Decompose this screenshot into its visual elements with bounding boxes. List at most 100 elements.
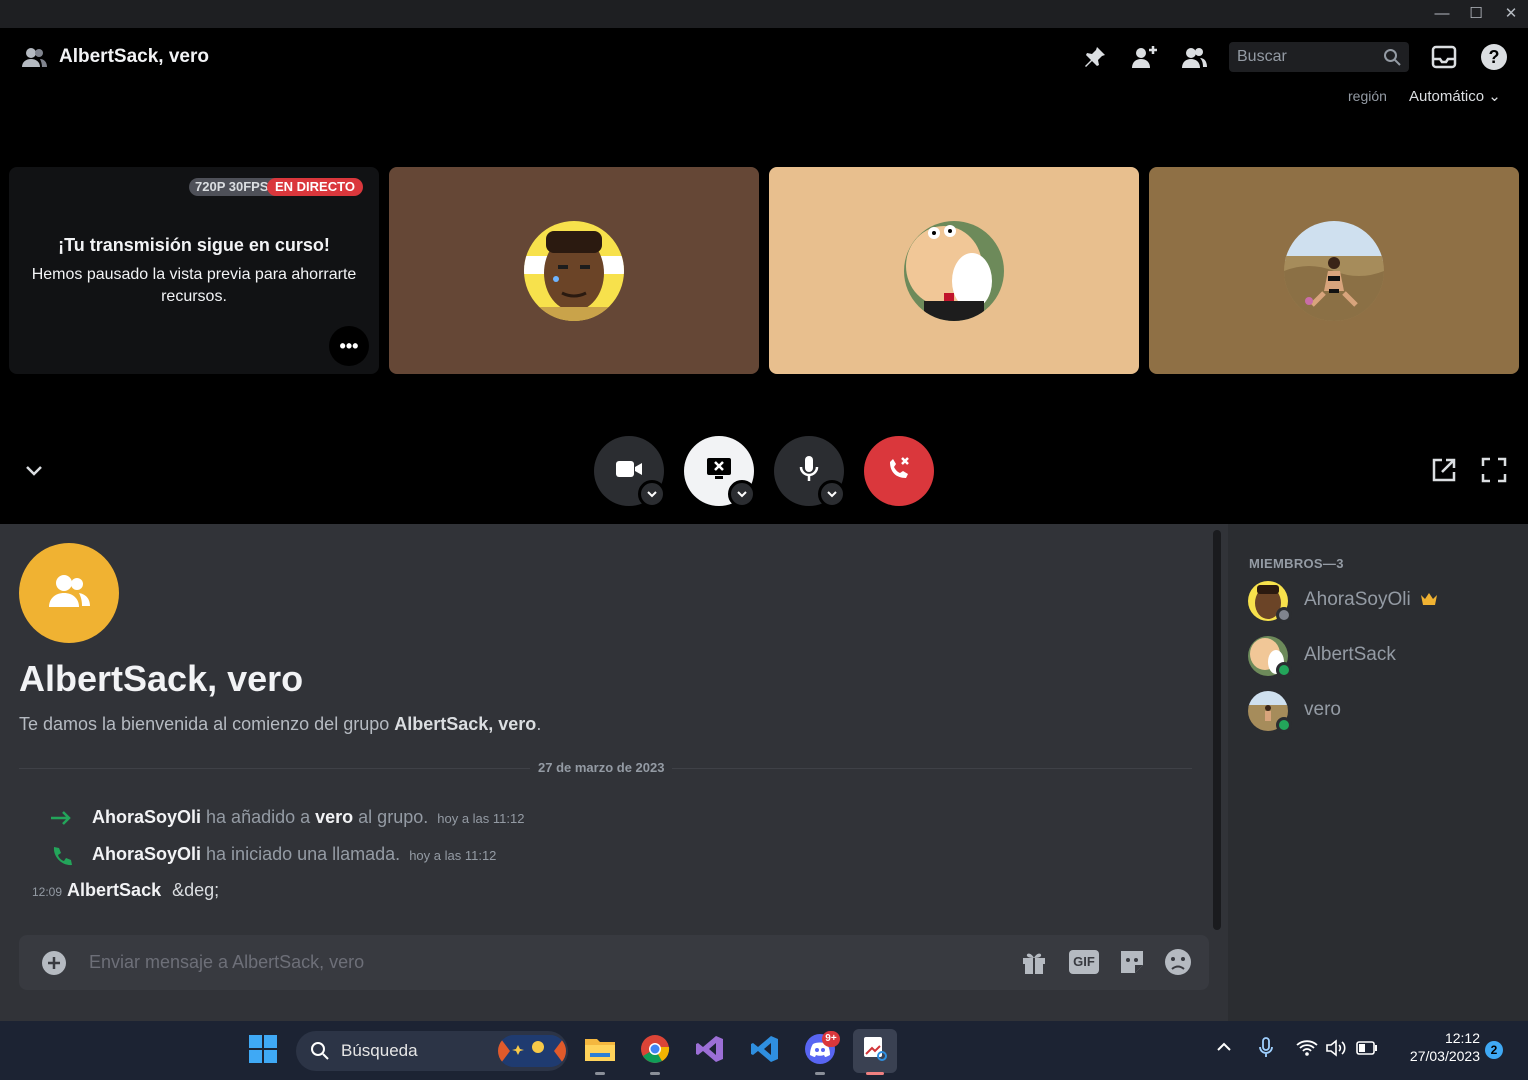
file-explorer-app[interactable] [578, 1029, 622, 1075]
running-indicator [650, 1072, 660, 1075]
taskbar-search[interactable]: Búsqueda [296, 1031, 568, 1071]
welcome-suffix: . [536, 714, 542, 734]
minimize-button[interactable]: — [1425, 0, 1459, 28]
date-divider: 27 de marzo de 2023 [530, 760, 673, 775]
search-icon [310, 1041, 330, 1066]
welcome-group: AlbertSack, vero [394, 714, 537, 734]
arrow-right-icon [49, 810, 73, 831]
ellipsis-icon: ••• [339, 335, 359, 356]
svg-text:?: ? [1489, 47, 1500, 67]
chrome-icon [640, 1034, 670, 1069]
visual-studio-icon [695, 1034, 725, 1069]
screenshare-options-button[interactable] [728, 480, 756, 508]
camera-options-button[interactable] [638, 480, 666, 508]
emoji-button[interactable] [1164, 948, 1192, 981]
gif-button[interactable]: GIF [1069, 950, 1099, 974]
clock-date: 27/03/2023 [1409, 1048, 1480, 1064]
taskbar-search-label: Búsqueda [341, 1041, 418, 1060]
member-item-vero[interactable]: vero [1248, 689, 1518, 733]
message-target[interactable]: vero [315, 807, 353, 827]
popout-button[interactable] [1431, 457, 1457, 488]
inbox-icon[interactable] [1429, 42, 1459, 72]
maximize-button[interactable]: ☐ [1459, 0, 1493, 28]
live-badge: EN DIRECTO [267, 178, 363, 196]
chrome-app[interactable] [633, 1029, 677, 1075]
folder-icon [584, 1035, 616, 1068]
mute-button[interactable] [774, 436, 846, 508]
gift-button[interactable] [1020, 948, 1048, 981]
participant-tile-ahorasoyoli[interactable] [389, 167, 759, 374]
fullscreen-button[interactable] [1481, 457, 1507, 488]
participant-tile-vero[interactable] [1149, 167, 1519, 374]
screen-share-stop-icon [705, 456, 733, 487]
status-offline-icon [1276, 607, 1292, 623]
chevron-up-icon [1216, 1042, 1232, 1059]
message-input[interactable]: Enviar mensaje a AlbertSack, vero [89, 952, 364, 973]
notification-center-badge[interactable]: 2 [1485, 1041, 1503, 1059]
member-list-icon[interactable] [1179, 42, 1209, 72]
collapse-call-button[interactable] [22, 458, 46, 487]
chat-scrollbar[interactable] [1213, 530, 1221, 930]
stream-tile[interactable]: 720P 30FPS EN DIRECTO ¡Tu transmisión si… [9, 167, 379, 374]
call-area: AlbertSack, vero Buscar ? región Automát… [0, 28, 1528, 524]
stop-screenshare-button[interactable] [684, 436, 756, 508]
search-icon [1383, 48, 1401, 71]
search-input[interactable]: Buscar [1229, 42, 1409, 72]
message-composer: Enviar mensaje a AlbertSack, vero GIF [19, 935, 1209, 990]
group-icon [46, 572, 92, 615]
show-hidden-icons-button[interactable] [1216, 1039, 1232, 1060]
avatar [1284, 221, 1384, 321]
vscode-app[interactable] [743, 1029, 787, 1073]
sticker-button[interactable] [1118, 948, 1146, 981]
member-name: AhoraSoyOli [1304, 589, 1411, 610]
wifi-icon[interactable] [1296, 1039, 1318, 1062]
region-value: Automático [1409, 88, 1485, 105]
member-item-ahorasoyoli[interactable]: AhoraSoyOli [1248, 579, 1518, 623]
member-item-albertsack[interactable]: AlbertSack [1248, 634, 1518, 678]
running-indicator [815, 1072, 825, 1075]
battery-icon[interactable] [1356, 1041, 1378, 1060]
message-author[interactable]: AlbertSack [67, 880, 161, 900]
visual-studio-app[interactable] [688, 1029, 732, 1073]
system-message: AhoraSoyOli ha iniciado una llamada. hoy… [92, 844, 496, 865]
close-button[interactable]: ✕ [1494, 0, 1528, 28]
search-highlight-icon [498, 1035, 566, 1067]
group-title: AlbertSack, vero [19, 658, 304, 699]
message-author[interactable]: AhoraSoyOli [92, 844, 201, 864]
discord-app[interactable]: 9+ [798, 1029, 842, 1075]
message-time: hoy a las 11:12 [409, 848, 497, 863]
camera-toggle-button[interactable] [594, 436, 666, 508]
volume-icon[interactable] [1325, 1039, 1347, 1062]
chat-pane: AlbertSack, vero Te damos la bienvenida … [0, 524, 1228, 1021]
disconnect-button[interactable] [864, 436, 934, 506]
message-text-2: al grupo. [353, 807, 429, 827]
snipping-tool-icon [860, 1034, 890, 1069]
region-select[interactable]: Automático ⌄ [1409, 87, 1501, 105]
status-online-icon [1276, 662, 1292, 678]
microphone-tray-icon[interactable] [1258, 1037, 1274, 1064]
sticker-icon [1118, 951, 1146, 980]
clock-time: 12:12 [1444, 1030, 1480, 1046]
phone-icon [51, 845, 73, 872]
add-friend-icon[interactable] [1130, 42, 1160, 72]
plus-circle-icon [41, 951, 67, 980]
clock[interactable]: 12:12 27/03/2023 [1390, 1030, 1480, 1064]
attach-button[interactable] [41, 950, 67, 981]
message-author[interactable]: AhoraSoyOli [92, 807, 201, 827]
audio-options-button[interactable] [818, 480, 846, 508]
search-placeholder: Buscar [1237, 48, 1287, 65]
help-icon[interactable]: ? [1479, 42, 1509, 72]
quality-badge: 720P 30FPS [189, 178, 279, 196]
snipping-tool-app[interactable] [853, 1029, 897, 1075]
start-button[interactable] [241, 1029, 285, 1073]
participant-tile-albertsack[interactable] [769, 167, 1139, 374]
windows-icon [248, 1034, 278, 1069]
paused-body: Hemos pausado la vista previa para ahorr… [31, 266, 357, 305]
more-options-button[interactable]: ••• [329, 326, 369, 366]
popout-icon [1431, 458, 1457, 487]
crown-icon [1420, 591, 1438, 612]
message-time: hoy a las 11:12 [437, 811, 525, 826]
members-header: MIEMBROS—3 [1249, 556, 1344, 571]
pin-icon[interactable] [1080, 42, 1110, 72]
hang-up-icon [884, 454, 914, 489]
